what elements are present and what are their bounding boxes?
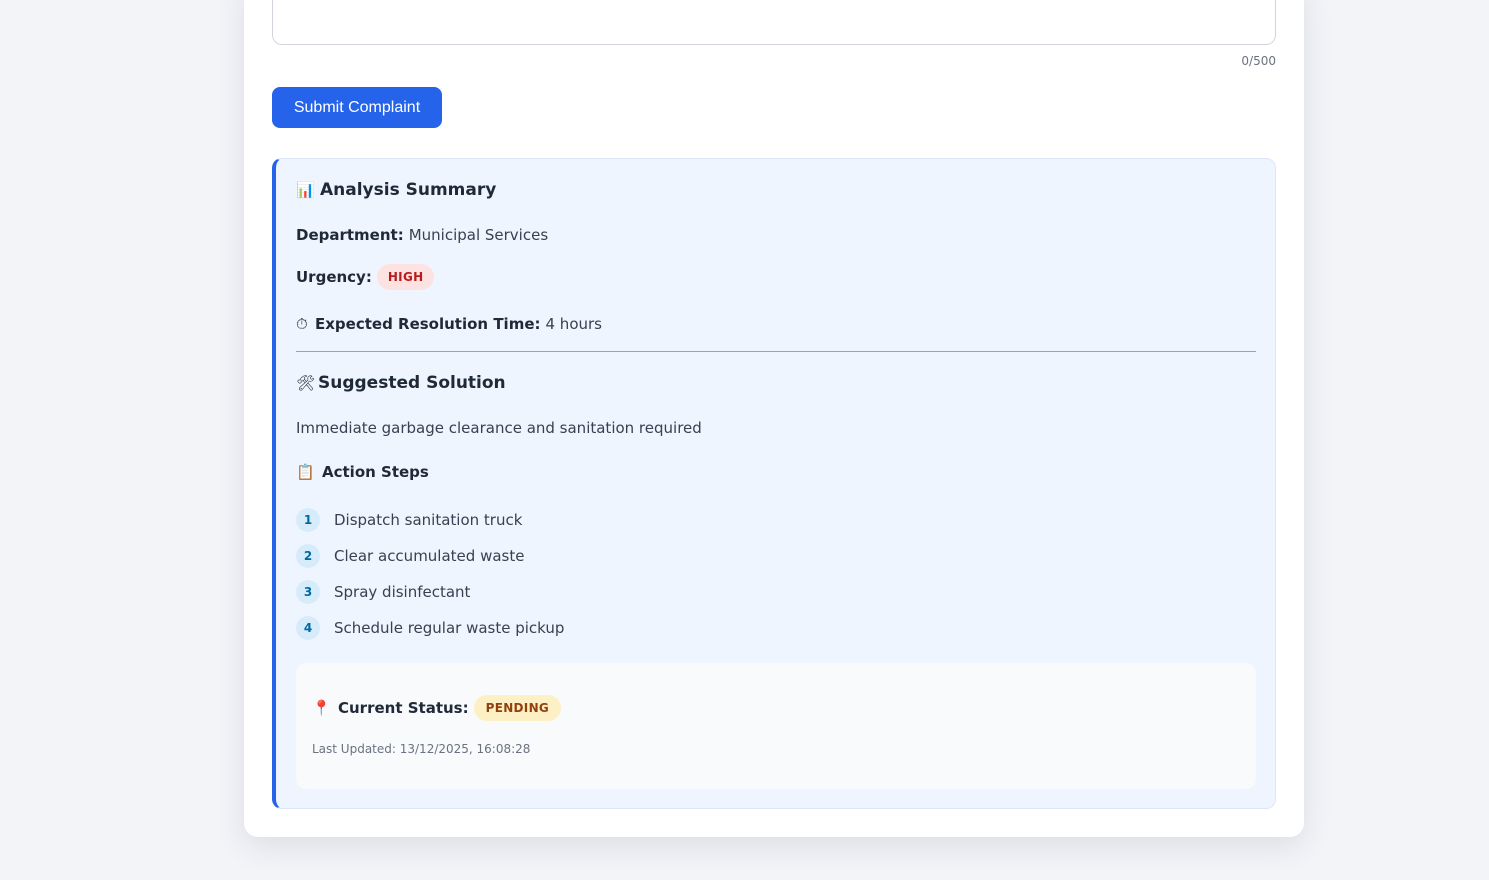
tools-icon: 🛠 [296,374,316,392]
urgency-label: Urgency: [296,268,372,286]
list-item: 1 Dispatch sanitation truck [296,508,522,532]
complaint-textarea[interactable] [272,0,1276,45]
bar-chart-icon: 📊 [296,181,315,199]
step-number: 1 [296,508,320,532]
steps-title-row: 📋 Action Steps [296,463,429,481]
list-item: 4 Schedule regular waste pickup [296,616,564,640]
status-badge: PENDING [473,695,562,721]
step-number: 3 [296,580,320,604]
status-label: Current Status: [338,699,469,717]
list-item: 3 Spray disinfectant [296,580,470,604]
complaint-card: 0/500 Submit Complaint 📊 Analysis Summar… [244,0,1304,837]
solution-title-row: 🛠 Suggested Solution [296,373,506,393]
department-value: Municipal Services [408,226,549,244]
last-updated: Last Updated: 13/12/2025, 16:08:28 [312,742,531,756]
urgency-row: Urgency: HIGH [296,264,435,290]
step-text: Clear accumulated waste [334,547,525,565]
status-box: 📍 Current Status: PENDING Last Updated: … [296,663,1256,789]
resolution-time-label: Expected Resolution Time: [315,315,541,333]
solution-title: Suggested Solution [318,373,506,393]
char-count: 0/500 [1241,54,1276,68]
step-text: Dispatch sanitation truck [334,511,523,529]
clipboard-icon: 📋 [296,463,315,481]
submit-complaint-button[interactable]: Submit Complaint [272,87,442,128]
department-label: Department: [296,226,404,244]
step-text: Spray disinfectant [334,583,471,601]
urgency-badge: HIGH [376,264,435,290]
list-item: 2 Clear accumulated waste [296,544,524,568]
analysis-summary-panel: 📊 Analysis Summary Department: Municipal… [272,158,1276,809]
step-number: 4 [296,616,320,640]
status-row: 📍 Current Status: PENDING [312,695,562,721]
steps-title: Action Steps [322,463,429,481]
resolution-time-row: ⏱ Expected Resolution Time: 4 hours [296,315,602,333]
step-text: Schedule regular waste pickup [334,619,565,637]
step-number: 2 [296,544,320,568]
stopwatch-icon: ⏱ [296,315,308,333]
solution-text: Immediate garbage clearance and sanitati… [296,419,702,437]
analysis-title-row: 📊 Analysis Summary [296,180,496,200]
pin-icon: 📍 [312,699,331,717]
resolution-time-value: 4 hours [545,315,602,333]
department-row: Department: Municipal Services [296,226,548,244]
divider [296,351,1256,352]
analysis-title: Analysis Summary [320,180,497,200]
solution-text-row: Immediate garbage clearance and sanitati… [296,419,702,437]
